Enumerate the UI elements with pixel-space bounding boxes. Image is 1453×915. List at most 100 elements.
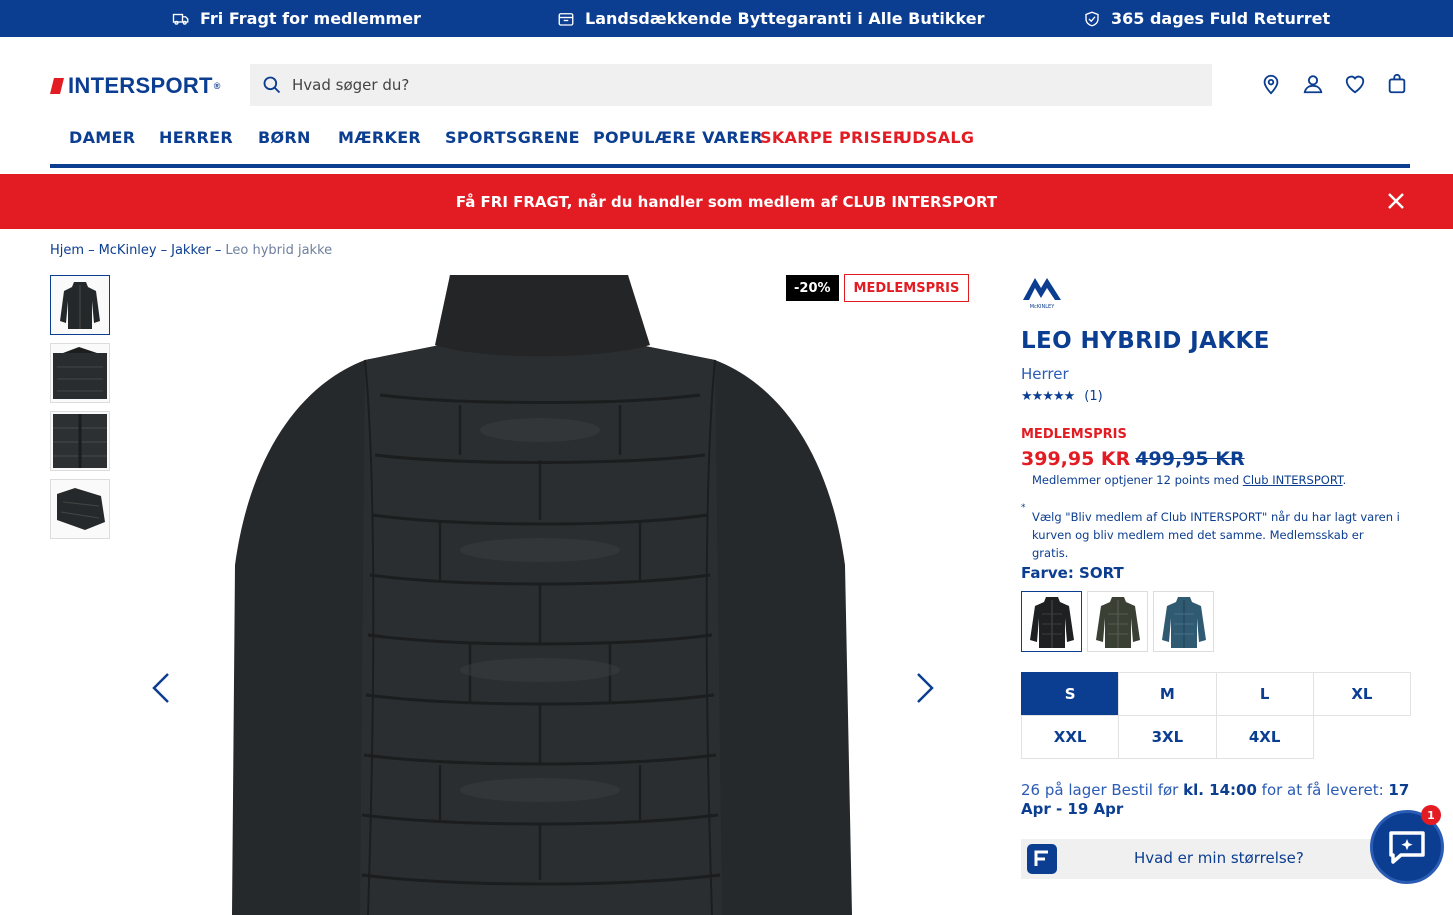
nav-item-skarpe-priser[interactable]: SKARPE PRISER [760, 128, 906, 147]
gallery-next-arrow-icon[interactable] [914, 672, 936, 704]
jacket-swatch-image [1161, 596, 1206, 648]
points-info: Medlemmer optjener 12 points med Club IN… [1032, 473, 1346, 487]
size-option-xl[interactable]: XL [1312, 672, 1411, 716]
brand-logo-text: McKINLEY [1030, 304, 1056, 310]
usp-text: Fri Fragt for medlemmer [200, 9, 421, 28]
breadcrumb-link[interactable]: Hjem [50, 243, 84, 258]
location-button[interactable] [1260, 73, 1282, 95]
intersport-logo[interactable]: INTERSPORT ® [50, 73, 221, 99]
close-icon[interactable] [1387, 192, 1405, 210]
registered-mark: ® [213, 81, 221, 91]
breadcrumb-link[interactable]: Jakker [171, 243, 211, 258]
size-option-s[interactable]: S [1021, 672, 1120, 716]
nav-item-populaere-varer[interactable]: POPULÆRE VARER [593, 128, 763, 147]
size-option-4xl[interactable]: 4XL [1215, 715, 1314, 759]
breadcrumb-link[interactable]: McKinley [99, 243, 157, 258]
chat-icon [1389, 831, 1425, 864]
price-block: 399,95 KR 499,95 KR [1021, 448, 1245, 470]
nav-item-sportsgrene[interactable]: SPORTSGRENE [445, 128, 580, 147]
nav-item-maerker[interactable]: MÆRKER [338, 128, 421, 147]
membership-note: Vælg "Bliv medlem af Club INTERSPORT" nå… [1032, 510, 1400, 560]
nav-item-born[interactable]: BØRN [258, 128, 311, 147]
account-button[interactable] [1302, 73, 1324, 95]
brand-logo[interactable]: McKINLEY [1021, 274, 1063, 310]
size-option-3xl[interactable]: 3XL [1118, 715, 1217, 759]
usp-item-shipping: Fri Fragt for medlemmer [172, 9, 421, 28]
size-guide-button[interactable]: Hvad er min størrelse? [1021, 839, 1411, 879]
points-text: Medlemmer optjener 12 points med [1032, 473, 1243, 487]
cutoff-time: kl. 14:00 [1183, 781, 1257, 799]
shield-check-icon [1085, 11, 1099, 26]
location-icon [1263, 74, 1279, 95]
thumbnail-folded[interactable] [50, 479, 110, 539]
color-swatch-green[interactable] [1087, 591, 1148, 652]
fit-finder-icon [1027, 844, 1057, 874]
rating-count: (1) [1084, 389, 1103, 404]
size-guide-label: Hvad er min størrelse? [1134, 849, 1304, 867]
product-image [140, 265, 960, 915]
search-input[interactable] [292, 76, 1172, 94]
wishlist-button[interactable] [1344, 73, 1366, 95]
jacket-thumbnail-image [60, 282, 100, 329]
usp-item-return: 365 dages Fuld Returret [1083, 9, 1330, 28]
usp-text: Landsdækkende Byttegaranti i Alle Butikk… [585, 9, 985, 28]
main-nav: DAMER HERRER BØRN MÆRKER SPORTSGRENE POP… [50, 126, 1410, 168]
product-title: LEO HYBRID JAKKE [1021, 328, 1270, 354]
header-actions [1260, 73, 1408, 95]
thumbnail-front[interactable] [50, 275, 110, 335]
truck-icon [172, 13, 189, 25]
chat-notification-badge: 1 [1421, 805, 1441, 825]
color-swatch-black[interactable] [1021, 591, 1082, 652]
usp-text: 365 dages Fuld Returret [1111, 9, 1331, 28]
stock-prefix: 26 på lager Bestil før [1021, 781, 1184, 799]
points-end: . [1342, 473, 1347, 487]
original-price: 499,95 KR [1135, 448, 1245, 470]
note-marker: * [1021, 503, 1026, 513]
size-option-m[interactable]: M [1118, 672, 1217, 716]
product-badges: -20% MEDLEMSPRIS [786, 274, 970, 302]
jacket-main-image [232, 275, 852, 915]
search-icon [263, 76, 281, 94]
breadcrumb-current: Leo hybrid jakke [225, 243, 333, 258]
jacket-thumbnail-image [53, 414, 107, 468]
size-option-l[interactable]: L [1215, 672, 1314, 716]
rating-stars: ★★★★★ [1021, 389, 1075, 404]
breadcrumb-separator: – [88, 243, 95, 258]
account-icon [1303, 75, 1323, 94]
jacket-thumbnail-image [57, 488, 105, 530]
stock-mid: for at få leveret: [1256, 781, 1389, 799]
search-bar[interactable] [250, 64, 1212, 106]
thumbnail-detail-collar[interactable] [50, 343, 110, 403]
logo-mark-icon [50, 78, 64, 94]
thumbnail-list [50, 275, 110, 547]
member-price-label: MEDLEMSPRIS [1021, 427, 1127, 442]
member-price-badge: MEDLEMSPRIS [843, 274, 970, 302]
product-rating[interactable]: ★★★★★ (1) [1021, 389, 1103, 404]
jacket-swatch-image [1029, 596, 1074, 648]
basket-icon [1388, 73, 1406, 94]
usp-item-exchange: Landsdækkende Byttegaranti i Alle Butikk… [557, 9, 985, 28]
heart-icon [1345, 75, 1365, 94]
nav-item-herrer[interactable]: HERRER [159, 128, 233, 147]
basket-button[interactable] [1386, 73, 1408, 95]
jacket-thumbnail-image [53, 347, 107, 399]
jacket-swatch-image [1095, 596, 1140, 648]
promo-text[interactable]: Få FRI FRAGT, når du handler som medlem … [456, 193, 997, 211]
breadcrumb: Hjem – McKinley – Jakker – Leo hybrid ja… [50, 243, 332, 258]
size-option-xxl[interactable]: XXL [1021, 715, 1120, 759]
breadcrumb-separator: – [160, 243, 168, 258]
thumbnail-detail-fabric[interactable] [50, 411, 110, 471]
stock-delivery-info: 26 på lager Bestil før kl. 14:00 for at … [1021, 781, 1416, 819]
nav-item-udsalg[interactable]: UDSALG [899, 128, 974, 147]
size-selector: S M L XL XXL 3XL 4XL [1021, 672, 1411, 759]
color-swatch-blue[interactable] [1153, 591, 1214, 652]
store-icon [558, 12, 574, 26]
gallery-prev-arrow-icon[interactable] [150, 672, 172, 704]
usp-bar: Fri Fragt for medlemmer Landsdækkende By… [0, 0, 1453, 37]
promo-banner: Få FRI FRAGT, når du handler som medlem … [0, 174, 1453, 229]
color-label: Farve: SORT [1021, 564, 1124, 582]
club-intersport-link[interactable]: Club INTERSPORT [1243, 473, 1343, 487]
product-gender: Herrer [1021, 365, 1069, 383]
current-price: 399,95 KR [1021, 448, 1131, 470]
nav-item-damer[interactable]: DAMER [69, 128, 135, 147]
